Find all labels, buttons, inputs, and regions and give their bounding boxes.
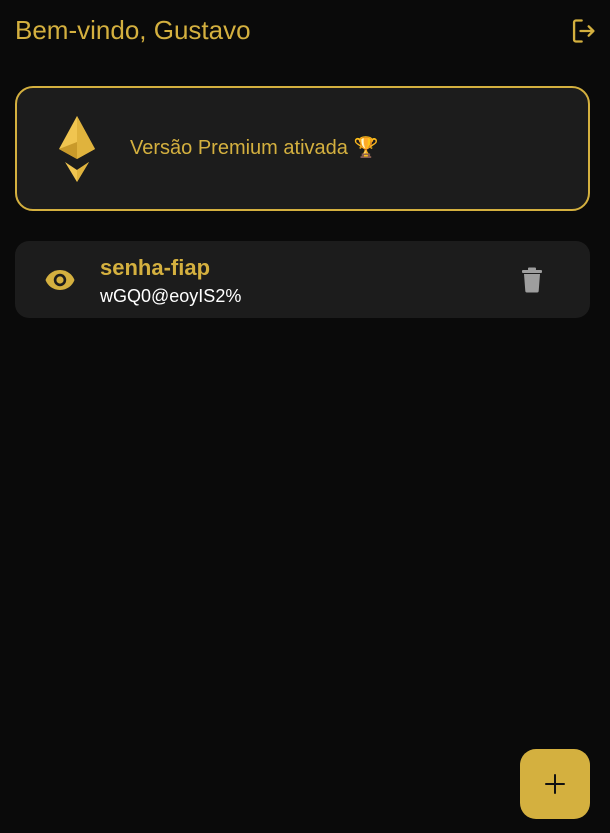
trash-icon [522, 267, 542, 293]
logout-icon [572, 19, 595, 43]
delete-password-button[interactable] [521, 265, 543, 295]
welcome-greeting: Bem-vindo, Gustavo [15, 15, 251, 45]
premium-status-card: Versão Premium ativada 🏆 [15, 86, 590, 211]
password-value: wGQ0@eoyIS2% [100, 286, 242, 306]
reveal-password-button[interactable] [43, 265, 77, 295]
password-name: senha-fiap [100, 255, 211, 280]
ethereum-logo-icon [57, 114, 99, 184]
add-password-button[interactable] [520, 749, 590, 819]
logout-button[interactable] [566, 14, 602, 48]
plus-icon [545, 774, 565, 794]
app-header: Bem-vindo, Gustavo [0, 0, 610, 62]
premium-status-text: Versão Premium ativada 🏆 [130, 137, 379, 159]
eye-icon [45, 270, 75, 290]
password-item[interactable]: senha-fiap wGQ0@eoyIS2% [15, 241, 590, 318]
